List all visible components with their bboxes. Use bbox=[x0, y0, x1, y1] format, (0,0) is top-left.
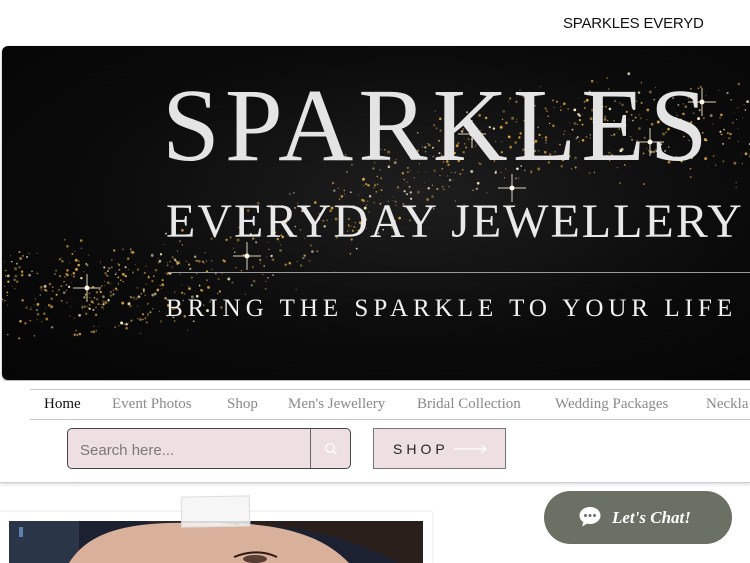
shop-button-label: SHOP bbox=[393, 441, 449, 457]
chat-label: Let's Chat! bbox=[612, 508, 691, 527]
hero-banner: SPARKLES EVERYDAY JEWELLERY BRING THE SP… bbox=[2, 46, 750, 380]
nav-item-home[interactable]: Home bbox=[44, 396, 81, 413]
model-photo[interactable] bbox=[9, 521, 423, 563]
nav-item-necklaces[interactable]: Neckla bbox=[706, 396, 748, 413]
banner-divider bbox=[168, 272, 750, 273]
top-header: SPARKLES EVERYD bbox=[0, 0, 750, 46]
chat-bubble-icon bbox=[579, 507, 601, 527]
nav-item-bridal-collection[interactable]: Bridal Collection bbox=[417, 396, 521, 413]
nav-item-event-photos[interactable]: Event Photos bbox=[112, 396, 192, 413]
search-input[interactable] bbox=[78, 438, 310, 462]
search-icon bbox=[324, 442, 337, 455]
chat-widget-button[interactable]: Let's Chat! bbox=[544, 491, 732, 544]
arrow-right-icon bbox=[454, 444, 487, 454]
nav-item-wedding-packages[interactable]: Wedding Packages bbox=[555, 396, 668, 413]
tape-decoration bbox=[180, 495, 251, 528]
search-button[interactable] bbox=[311, 429, 350, 468]
nav-item-mens-jewellery[interactable]: Men's Jewellery bbox=[288, 396, 385, 413]
banner-tagline: BRING THE SPARKLE TO YOUR LIFE bbox=[166, 295, 738, 322]
site-brand-name[interactable]: SPARKLES EVERYD bbox=[563, 15, 708, 32]
nav-item-shop[interactable]: Shop bbox=[227, 396, 258, 413]
model-portrait-image bbox=[9, 521, 423, 563]
main-navigation: Home Event Photos Shop Men's Jewellery B… bbox=[30, 389, 750, 420]
banner-subtitle: EVERYDAY JEWELLERY bbox=[166, 195, 744, 248]
banner-title: SPARKLES bbox=[162, 68, 713, 183]
shop-button[interactable]: SHOP bbox=[373, 428, 506, 469]
search-bar bbox=[67, 428, 351, 469]
